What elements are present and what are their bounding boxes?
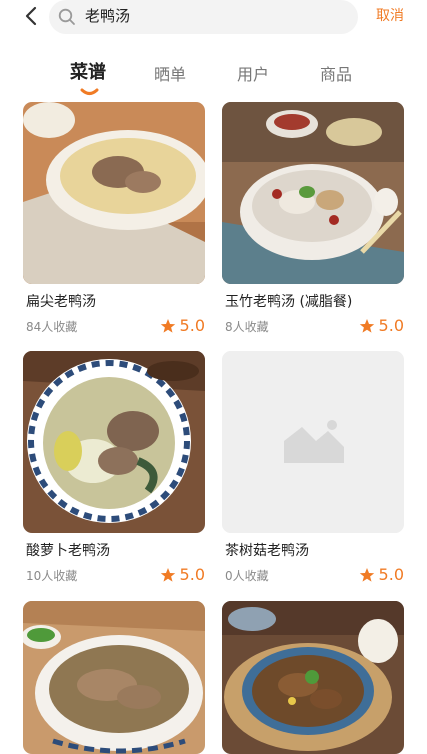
search-icon — [58, 8, 75, 25]
recipe-image-placeholder[interactable] — [222, 351, 404, 533]
tab-posts[interactable]: 晒单 — [154, 64, 186, 86]
recipe-image[interactable] — [23, 351, 205, 533]
recipe-title: 扁尖老鸭汤 — [26, 294, 96, 310]
active-tab-indicator — [80, 88, 99, 95]
top-bar: 老鸭汤 取消 — [0, 0, 427, 36]
tab-recipes[interactable]: 菜谱 — [70, 62, 106, 84]
rating-score: 5.0 — [378, 316, 404, 335]
rating-score: 5.0 — [179, 316, 205, 335]
recipe-image[interactable] — [222, 601, 404, 754]
rating-score: 5.0 — [179, 565, 205, 584]
recipe-rating: 5.0 — [160, 565, 205, 585]
recipe-image[interactable] — [23, 102, 205, 284]
search-bar[interactable]: 老鸭汤 — [49, 0, 358, 34]
cancel-button[interactable]: 取消 — [376, 6, 404, 26]
recipe-image[interactable] — [23, 601, 205, 754]
rating-score: 5.0 — [378, 565, 404, 584]
star-icon — [359, 319, 374, 333]
recipe-title: 酸萝卜老鸭汤 — [26, 543, 110, 559]
recipe-favorites: 8人收藏 — [225, 320, 269, 334]
star-icon — [160, 568, 175, 582]
recipe-rating: 5.0 — [359, 316, 404, 336]
recipe-title: 茶树菇老鸭汤 — [225, 543, 309, 559]
star-icon — [359, 568, 374, 582]
recipe-rating: 5.0 — [359, 565, 404, 585]
recipe-image[interactable] — [222, 102, 404, 284]
chevron-left-icon — [25, 6, 37, 26]
tab-users[interactable]: 用户 — [237, 64, 269, 86]
recipe-title: 玉竹老鸭汤 (减脂餐) — [225, 294, 353, 310]
recipe-favorites: 0人收藏 — [225, 569, 269, 583]
back-button[interactable] — [20, 4, 44, 28]
star-icon — [160, 319, 175, 333]
recipe-favorites: 10人收藏 — [26, 569, 78, 583]
recipe-favorites: 84人收藏 — [26, 320, 78, 334]
recipe-rating: 5.0 — [160, 316, 205, 336]
image-placeholder-icon — [222, 351, 404, 533]
search-input[interactable]: 老鸭汤 — [85, 6, 130, 26]
search-category-tabs: 菜谱 晒单 用户 商品 — [0, 60, 427, 100]
tab-products[interactable]: 商品 — [320, 64, 352, 86]
